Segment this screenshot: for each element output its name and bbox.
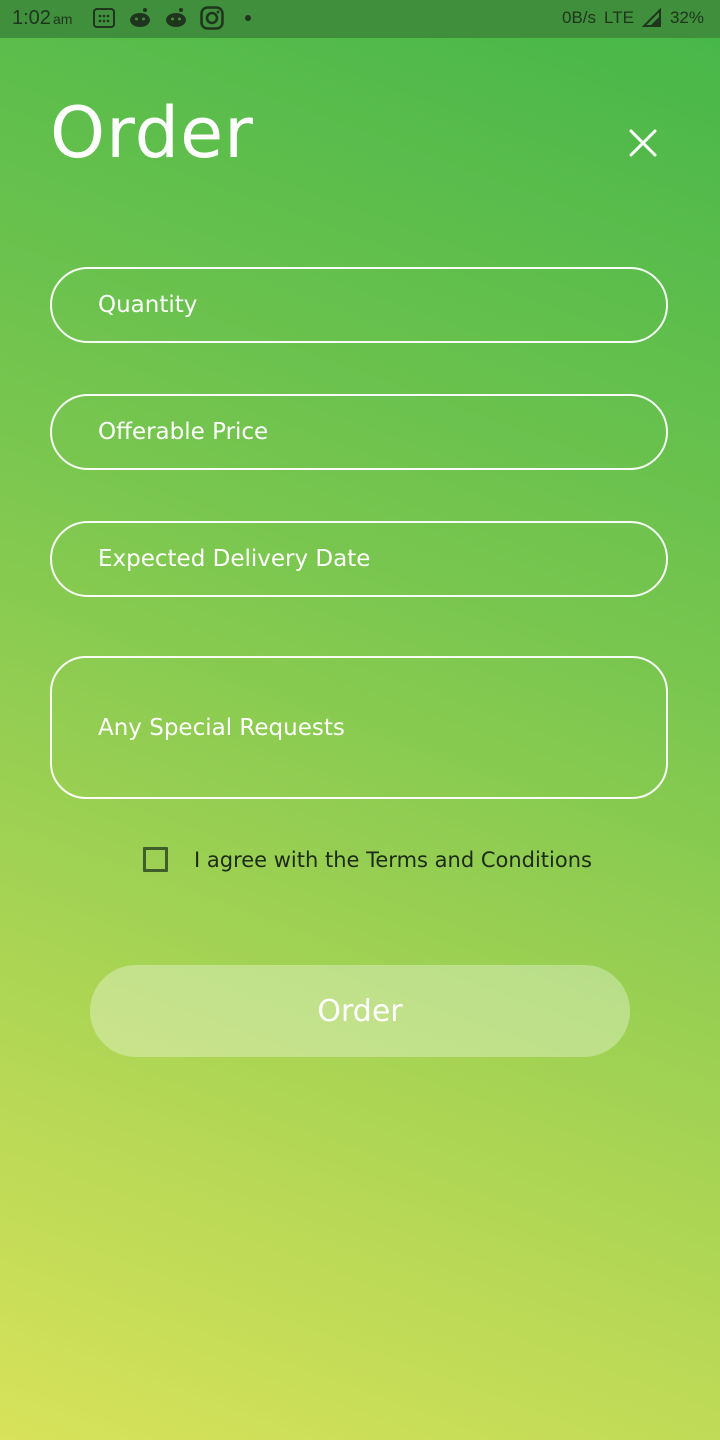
notification-icons (92, 6, 260, 30)
page-title: Order (50, 92, 254, 174)
order-button[interactable]: Order (90, 965, 630, 1057)
special-requests-textarea[interactable]: Any Special Requests (50, 656, 668, 799)
network-speed: 0B/s (562, 8, 597, 27)
offerable-price-placeholder: Offerable Price (98, 419, 269, 445)
order-button-label: Order (317, 993, 403, 1029)
network-type: LTE (604, 8, 634, 27)
close-icon (629, 129, 657, 157)
instagram-icon (200, 6, 224, 30)
terms-label: I agree with the Terms and Conditions (194, 847, 592, 872)
quantity-placeholder: Quantity (98, 292, 198, 318)
reddit-icon (130, 8, 150, 27)
delivery-date-placeholder: Expected Delivery Date (98, 546, 371, 572)
terms-row: I agree with the Terms and Conditions (143, 847, 592, 872)
status-time-value: 1:02 (12, 7, 51, 29)
signal-icon (641, 8, 661, 27)
close-button[interactable] (622, 122, 664, 164)
status-time-ampm: am (52, 11, 73, 27)
calendar-icon (93, 8, 115, 28)
status-right: 0B/s LTE 32% (562, 8, 704, 28)
status-time: 1:02 am (12, 7, 72, 30)
terms-checkbox[interactable] (143, 847, 168, 872)
delivery-date-input[interactable]: Expected Delivery Date (50, 521, 668, 597)
quantity-input[interactable]: Quantity (50, 267, 668, 343)
offerable-price-input[interactable]: Offerable Price (50, 394, 668, 470)
reddit-icon (166, 8, 186, 27)
status-bar: 1:02 am 0B/s LTE 32% (0, 0, 720, 38)
dot-icon (245, 15, 251, 21)
special-requests-placeholder: Any Special Requests (98, 714, 345, 741)
battery-level: 32% (669, 8, 704, 27)
